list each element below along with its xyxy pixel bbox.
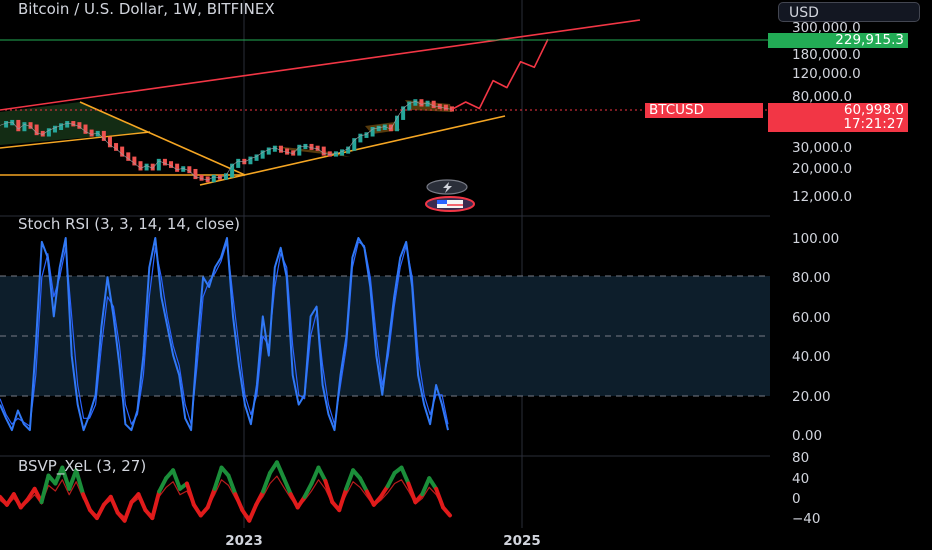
stoch-tick: 20.00 [792, 389, 831, 405]
stoch-tick: 80.00 [792, 270, 831, 286]
stoch-pane-title: Stoch RSI (3, 3, 14, 14, close) [18, 215, 240, 233]
target-price-label: 229,915.3 [768, 33, 908, 48]
symbol-label: BTCUSD [645, 103, 763, 118]
x-tick-2023: 2023 [225, 533, 263, 549]
bsvp-tick: 80 [792, 450, 809, 466]
price-tick: 120,000.0 [792, 66, 861, 82]
bsvp-tick: −40 [792, 511, 821, 527]
price-tick: 30,000.0 [792, 140, 852, 156]
price-tick: 20,000.0 [792, 161, 852, 177]
currency-button[interactable]: USD [778, 2, 920, 22]
stoch-tick: 100.00 [792, 231, 839, 247]
stoch-tick: 40.00 [792, 349, 831, 365]
flag-icon[interactable] [425, 196, 475, 212]
chart-title: Bitcoin / U.S. Dollar, 1W, BITFINEX [18, 0, 275, 18]
stoch-tick: 0.00 [792, 428, 822, 444]
price-tick: 12,000.0 [792, 189, 852, 205]
bsvp-tick: 40 [792, 471, 809, 487]
price-tick: 180,000.0 [792, 47, 861, 63]
x-tick-2025: 2025 [503, 533, 541, 549]
countdown-label: 17:21:27 [768, 117, 908, 132]
stoch-tick: 60.00 [792, 310, 831, 326]
bsvp-pane-title: BSVP_XeL (3, 27) [18, 457, 147, 475]
bsvp-tick: 0 [792, 491, 801, 507]
lightning-icon[interactable] [426, 179, 468, 195]
